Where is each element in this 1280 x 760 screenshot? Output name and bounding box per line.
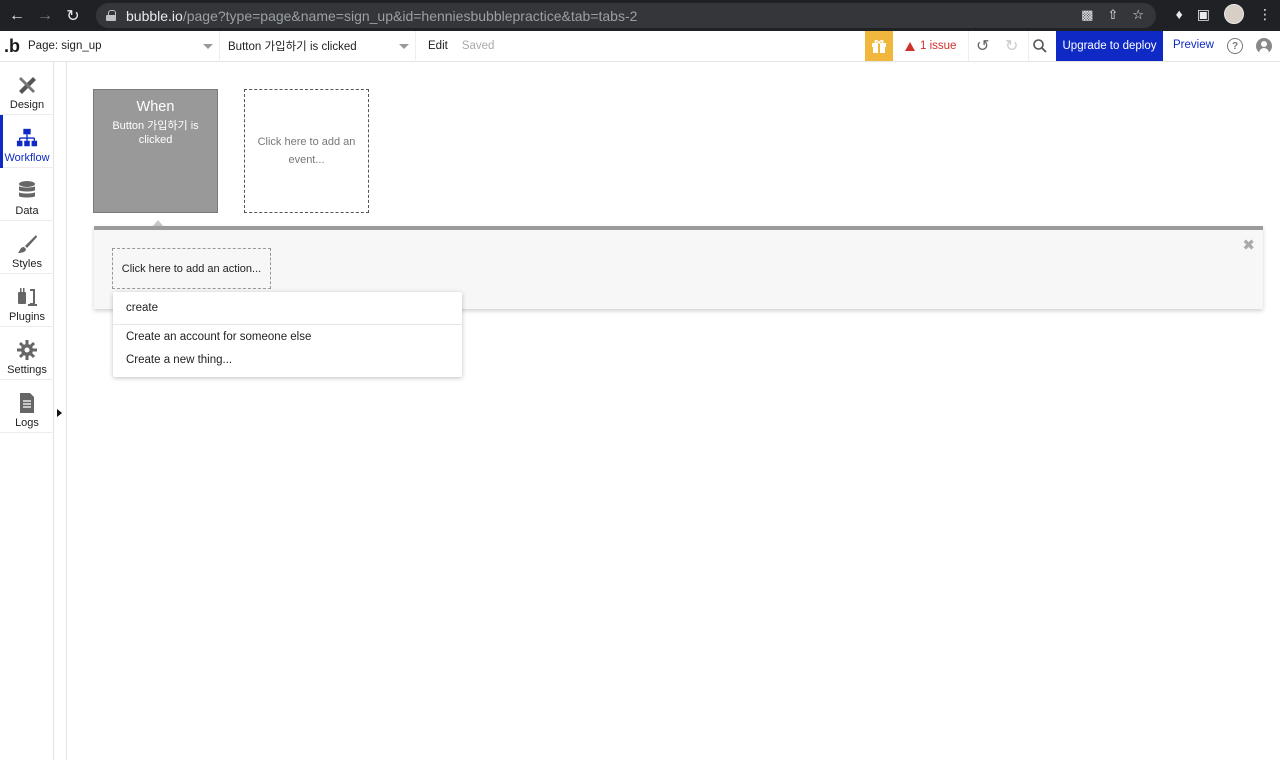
event-card-title: When bbox=[136, 99, 175, 115]
sidebar-item-logs[interactable]: Logs bbox=[0, 380, 54, 433]
browser-menu-icon[interactable]: ⋮ bbox=[1258, 6, 1272, 23]
sidebar-item-label: Design bbox=[9, 99, 45, 111]
plugin-icon bbox=[16, 286, 38, 308]
url-host: bubble.io bbox=[126, 7, 183, 24]
workflow-icon bbox=[16, 127, 38, 149]
sidebar-item-data[interactable]: Data bbox=[0, 168, 54, 221]
collapse-sidebar-icon[interactable] bbox=[57, 409, 62, 417]
address-bar[interactable]: bubble.io/page?type=page&name=sign_up&id… bbox=[96, 3, 1156, 28]
bubble-logo[interactable]: .b bbox=[0, 36, 24, 57]
sidebar-item-plugins[interactable]: Plugins bbox=[0, 274, 54, 327]
action-search-input[interactable]: create bbox=[113, 292, 462, 325]
page-selector[interactable]: Page: sign_up bbox=[24, 30, 220, 62]
account-icon[interactable] bbox=[1256, 38, 1272, 54]
sidebar-item-workflow[interactable]: Workflow bbox=[0, 115, 54, 168]
add-action-button[interactable]: Click here to add an action... bbox=[112, 248, 271, 289]
event-card-subtitle: Button 가입하기 is clicked bbox=[112, 120, 199, 146]
sidebar-item-label: Plugins bbox=[8, 311, 46, 323]
help-icon[interactable]: ? bbox=[1227, 38, 1243, 54]
url-path: /page?type=page&name=sign_up&id=henniesb… bbox=[182, 7, 638, 24]
event-card[interactable]: When Button 가입하기 is clicked bbox=[93, 89, 218, 213]
sidebar-item-label: Data bbox=[15, 205, 39, 217]
lock-icon bbox=[106, 10, 116, 21]
redo-icon[interactable]: ↻ bbox=[1005, 36, 1018, 56]
sidebar-item-label: Settings bbox=[7, 364, 47, 376]
reload-icon[interactable]: ↻ bbox=[62, 5, 84, 27]
translate-icon[interactable]: ▩ bbox=[1081, 7, 1093, 23]
chevron-down-icon bbox=[203, 43, 213, 49]
sidebar-item-settings[interactable]: Settings bbox=[0, 327, 54, 380]
forward-icon[interactable]: → bbox=[34, 5, 56, 27]
search-icon[interactable] bbox=[1032, 38, 1048, 57]
page-selector-label: Page: sign_up bbox=[28, 40, 102, 52]
sidebar-item-design[interactable]: Design bbox=[0, 62, 54, 115]
brush-icon bbox=[16, 233, 38, 255]
add-event-button[interactable]: Click here to add an event... bbox=[244, 89, 369, 213]
close-icon[interactable]: ✖ bbox=[1242, 238, 1255, 253]
chevron-down-icon bbox=[399, 43, 409, 49]
sidebar-item-label: Styles bbox=[12, 258, 42, 270]
editor-sidebar: Design Workflow Data Styles Plugins Sett… bbox=[0, 62, 54, 760]
side-panel-icon[interactable]: ▣ bbox=[1197, 6, 1210, 23]
sidebar-item-label: Logs bbox=[15, 417, 39, 429]
canvas-divider bbox=[66, 62, 67, 760]
database-icon bbox=[16, 180, 38, 202]
toolbar-divider bbox=[968, 31, 969, 61]
action-search-dropdown: create Create an account for someone els… bbox=[113, 292, 462, 377]
upgrade-to-deploy-button[interactable]: Upgrade to deploy bbox=[1056, 31, 1163, 61]
sidebar-item-styles[interactable]: Styles bbox=[0, 221, 54, 274]
undo-icon[interactable]: ↺ bbox=[976, 36, 989, 56]
gear-icon bbox=[16, 339, 38, 361]
gift-icon[interactable] bbox=[865, 31, 893, 61]
extensions-icon[interactable]: ♦ bbox=[1176, 6, 1183, 22]
action-option-create-thing[interactable]: Create a new thing... bbox=[126, 354, 232, 366]
action-option-create-account[interactable]: Create an account for someone else bbox=[126, 331, 311, 343]
add-action-label: Click here to add an action... bbox=[121, 262, 262, 275]
share-icon[interactable]: ⇧ bbox=[1107, 7, 1118, 23]
editor-toolbar: .b Page: sign_up Button 가입하기 is clicked … bbox=[0, 30, 1280, 62]
warning-icon bbox=[905, 41, 915, 51]
sidebar-item-label: Workflow bbox=[4, 152, 50, 164]
event-selector-label: Button 가입하기 is clicked bbox=[228, 41, 357, 53]
issue-indicator[interactable]: 1 issue bbox=[905, 40, 956, 52]
preview-button[interactable]: Preview bbox=[1173, 39, 1214, 51]
toolbar-divider bbox=[1028, 31, 1029, 61]
bookmark-star-icon[interactable]: ☆ bbox=[1132, 7, 1144, 23]
profile-avatar[interactable] bbox=[1224, 4, 1244, 24]
design-icon bbox=[16, 74, 38, 96]
document-icon bbox=[16, 392, 38, 414]
back-icon[interactable]: ← bbox=[6, 5, 28, 27]
browser-chrome: ← → ↻ bubble.io/page?type=page&name=sign… bbox=[0, 0, 1280, 31]
add-event-label: Click here to add an event... bbox=[257, 136, 356, 166]
edit-menu[interactable]: Edit bbox=[428, 40, 448, 52]
issue-label: 1 issue bbox=[920, 40, 957, 52]
save-status: Saved bbox=[461, 40, 495, 52]
event-selector[interactable]: Button 가입하기 is clicked bbox=[220, 30, 416, 62]
